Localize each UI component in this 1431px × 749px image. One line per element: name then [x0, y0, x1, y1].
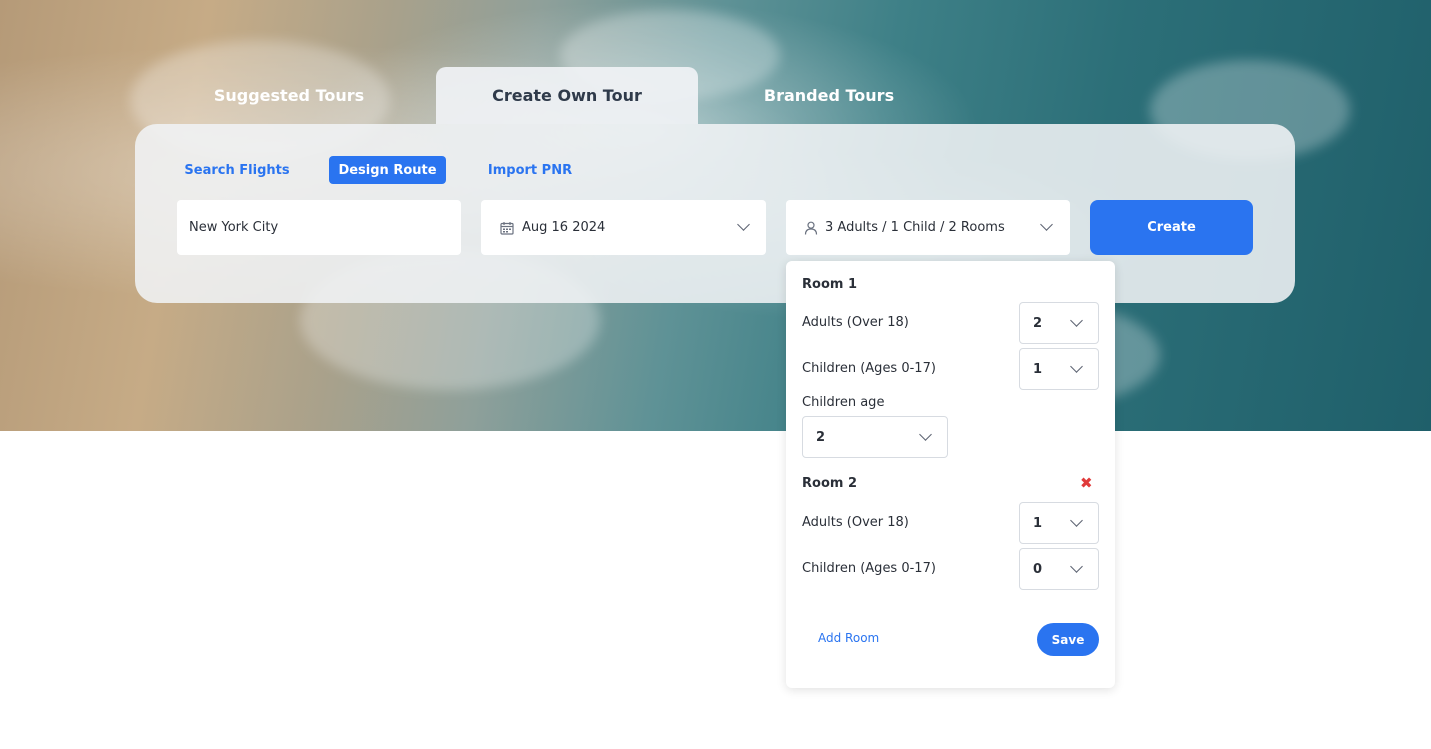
room-1-adults-value: 2 [1033, 315, 1043, 331]
subtab-search-flights[interactable]: Search Flights [177, 156, 297, 184]
save-button[interactable]: Save [1037, 623, 1099, 656]
date-value: Aug 16 2024 [522, 220, 606, 235]
room-2-adults-value: 1 [1033, 515, 1043, 531]
room-2-children-label: Children (Ages 0-17) [802, 561, 936, 576]
create-button[interactable]: Create [1090, 200, 1253, 255]
room-1-children-select[interactable]: 1 [1019, 348, 1099, 390]
chevron-down-icon [737, 218, 750, 231]
destination-value: New York City [189, 220, 279, 235]
room-1-children-age-label: Children age [802, 395, 885, 410]
room-1-children-age-value: 2 [816, 429, 826, 445]
add-room-link[interactable]: Add Room [818, 631, 879, 645]
tab-suggested-tours[interactable]: Suggested Tours [158, 67, 420, 124]
room-1-adults-label: Adults (Over 18) [802, 315, 909, 330]
chevron-down-icon [1070, 560, 1083, 573]
chevron-down-icon [1040, 218, 1053, 231]
calendar-icon [500, 221, 514, 235]
room-2-adults-label: Adults (Over 18) [802, 515, 909, 530]
room-1-children-label: Children (Ages 0-17) [802, 361, 936, 376]
chevron-down-icon [1070, 314, 1083, 327]
room-2-children-select[interactable]: 0 [1019, 548, 1099, 590]
chevron-down-icon [1070, 514, 1083, 527]
room-1-title: Room 1 [802, 277, 857, 292]
guests-rooms-selector[interactable]: 3 Adults / 1 Child / 2 Rooms [786, 200, 1070, 255]
chevron-down-icon [1070, 360, 1083, 373]
guests-value: 3 Adults / 1 Child / 2 Rooms [825, 220, 1005, 235]
room-1-children-value: 1 [1033, 361, 1043, 377]
destination-input[interactable]: New York City [177, 200, 461, 255]
tour-type-tabs: Suggested Tours Create Own Tour Branded … [158, 67, 968, 124]
rooms-dropdown: Room 1 Adults (Over 18) 2 Children (Ages… [786, 261, 1115, 688]
tab-create-own-tour[interactable]: Create Own Tour [436, 67, 698, 124]
tab-branded-tours[interactable]: Branded Tours [698, 67, 960, 124]
room-2-children-value: 0 [1033, 561, 1043, 577]
room-2-adults-select[interactable]: 1 [1019, 502, 1099, 544]
room-1-children-age-select[interactable]: 2 [802, 416, 948, 458]
room-2-title: Room 2 [802, 476, 857, 491]
person-icon [804, 221, 818, 235]
room-1-adults-select[interactable]: 2 [1019, 302, 1099, 344]
chevron-down-icon [919, 428, 932, 441]
remove-room-icon[interactable]: ✖ [1080, 475, 1094, 491]
subtab-import-pnr[interactable]: Import PNR [478, 156, 582, 184]
date-picker[interactable]: Aug 16 2024 [481, 200, 766, 255]
subtab-design-route[interactable]: Design Route [329, 156, 446, 184]
